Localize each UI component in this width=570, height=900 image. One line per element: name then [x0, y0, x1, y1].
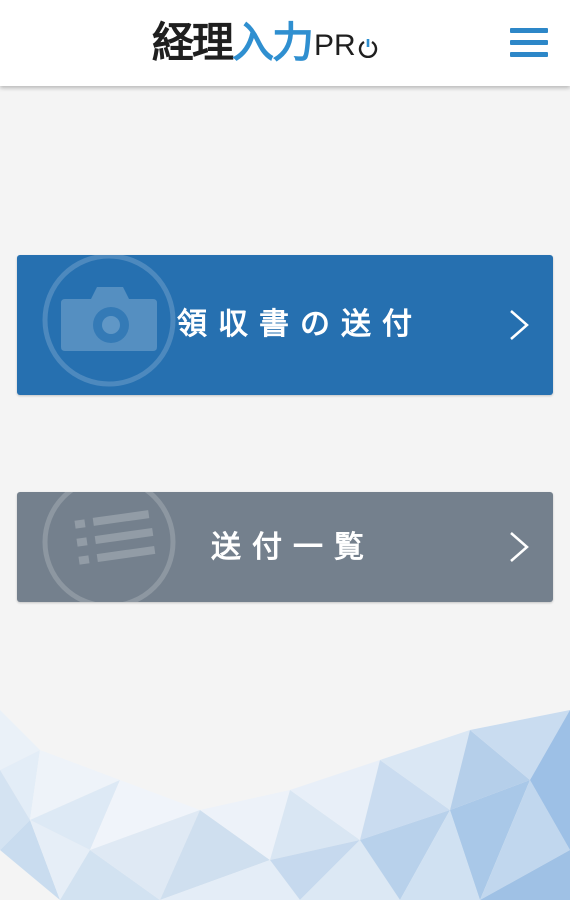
app-logo: 経理 入力 PR — [152, 18, 378, 68]
send-receipt-button[interactable]: 領収書の送付 — [17, 255, 553, 395]
chevron-right-icon — [510, 310, 529, 340]
sent-list-button[interactable]: 送付一覧 — [17, 492, 553, 602]
power-icon — [358, 39, 377, 58]
logo-text-blue: 入力 — [232, 18, 314, 67]
chevron-right-icon — [510, 532, 529, 562]
logo-pro-text: PR — [314, 29, 356, 62]
sent-list-label: 送付一覧 — [211, 530, 375, 565]
send-receipt-label: 領収書の送付 — [177, 307, 423, 342]
hamburger-menu-icon[interactable] — [508, 26, 550, 60]
logo-text-dark: 経理 — [152, 18, 234, 67]
background-pattern — [0, 710, 570, 900]
logo-pro: PR — [314, 24, 378, 68]
app-header: 経理 入力 PR — [0, 0, 570, 86]
